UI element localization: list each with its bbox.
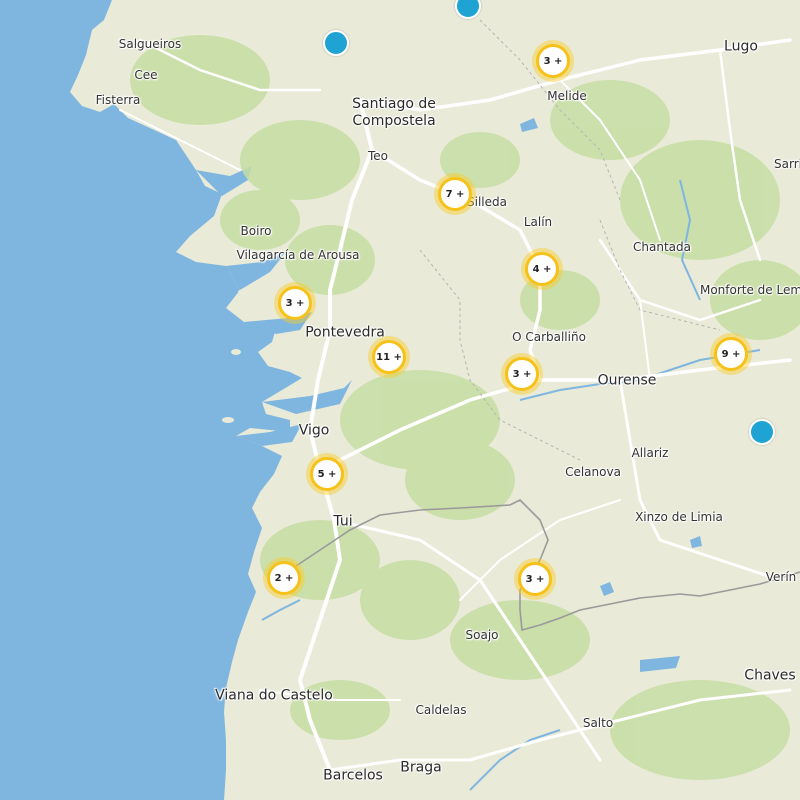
cluster-marker-lalin[interactable]: 4 + bbox=[521, 248, 563, 290]
location-pin-north[interactable] bbox=[323, 30, 349, 56]
cluster-count: 5 + bbox=[310, 457, 344, 491]
cluster-marker-melide[interactable]: 3 + bbox=[532, 40, 574, 82]
place-label-barcelos: Barcelos bbox=[323, 767, 383, 784]
place-label-boiro: Boiro bbox=[240, 224, 272, 238]
place-label-pontevedra: Pontevedra bbox=[305, 324, 385, 341]
place-label-monforte-de-lemos: Monforte de Lem bbox=[699, 283, 800, 297]
cluster-count: 9 + bbox=[714, 337, 748, 371]
cluster-marker-monforte[interactable]: 9 + bbox=[710, 333, 752, 375]
place-label-teo: Teo bbox=[367, 149, 389, 163]
place-label-allariz: Allariz bbox=[631, 446, 669, 460]
cluster-count: 11 + bbox=[372, 340, 406, 374]
place-label-celanova: Celanova bbox=[565, 465, 621, 479]
cluster-marker-silleda[interactable]: 7 + bbox=[434, 173, 476, 215]
place-label-sarria: Sarri bbox=[774, 157, 800, 171]
location-pin-east[interactable] bbox=[749, 419, 775, 445]
cluster-marker-vilagarcia[interactable]: 3 + bbox=[274, 282, 316, 324]
place-label-chantada: Chantada bbox=[633, 240, 691, 254]
place-label-ourense: Ourense bbox=[597, 372, 657, 389]
place-label-o-carballino: O Carballiño bbox=[512, 330, 586, 344]
map-view[interactable]: Salgueiros Cee Fisterra Santiago de Comp… bbox=[0, 0, 800, 800]
cluster-marker-carballino[interactable]: 3 + bbox=[501, 353, 543, 395]
place-label-salto: Salto bbox=[582, 716, 614, 730]
place-label-salgueiros: Salgueiros bbox=[118, 37, 182, 51]
place-label-vigo: Vigo bbox=[298, 422, 330, 439]
place-label-braga: Braga bbox=[400, 759, 442, 776]
cluster-count: 4 + bbox=[525, 252, 559, 286]
cluster-marker-pontevedra-east[interactable]: 11 + bbox=[368, 336, 410, 378]
cluster-count: 2 + bbox=[267, 561, 301, 595]
cluster-count: 3 + bbox=[518, 562, 552, 596]
place-label-viana-do-castelo: Viana do Castelo bbox=[215, 687, 333, 704]
cluster-marker-vigo[interactable]: 5 + bbox=[306, 453, 348, 495]
place-label-chaves: Chaves bbox=[744, 667, 796, 684]
cluster-marker-soajo[interactable]: 3 + bbox=[514, 558, 556, 600]
place-label-santiago-de-compostela: Santiago de Compostela bbox=[352, 96, 436, 129]
cluster-count: 3 + bbox=[278, 286, 312, 320]
place-label-lugo: Lugo bbox=[724, 38, 758, 55]
place-label-caldelas: Caldelas bbox=[415, 703, 467, 717]
cluster-count: 3 + bbox=[505, 357, 539, 391]
place-label-cee: Cee bbox=[134, 68, 158, 82]
place-label-lalin: Lalín bbox=[523, 215, 553, 229]
place-label-soajo: Soajo bbox=[465, 628, 499, 642]
cluster-marker-coast[interactable]: 2 + bbox=[263, 557, 305, 599]
cluster-count: 7 + bbox=[438, 177, 472, 211]
place-label-fisterra: Fisterra bbox=[95, 93, 141, 107]
place-label-melide: Melide bbox=[547, 89, 587, 103]
place-label-vilagarcia-de-arousa: Vilagarcía de Arousa bbox=[236, 248, 360, 262]
place-label-verin: Verín bbox=[765, 570, 797, 584]
place-label-tui: Tui bbox=[333, 513, 353, 530]
cluster-count: 3 + bbox=[536, 44, 570, 78]
place-label-xinzo-de-limia: Xinzo de Limia bbox=[635, 510, 723, 524]
